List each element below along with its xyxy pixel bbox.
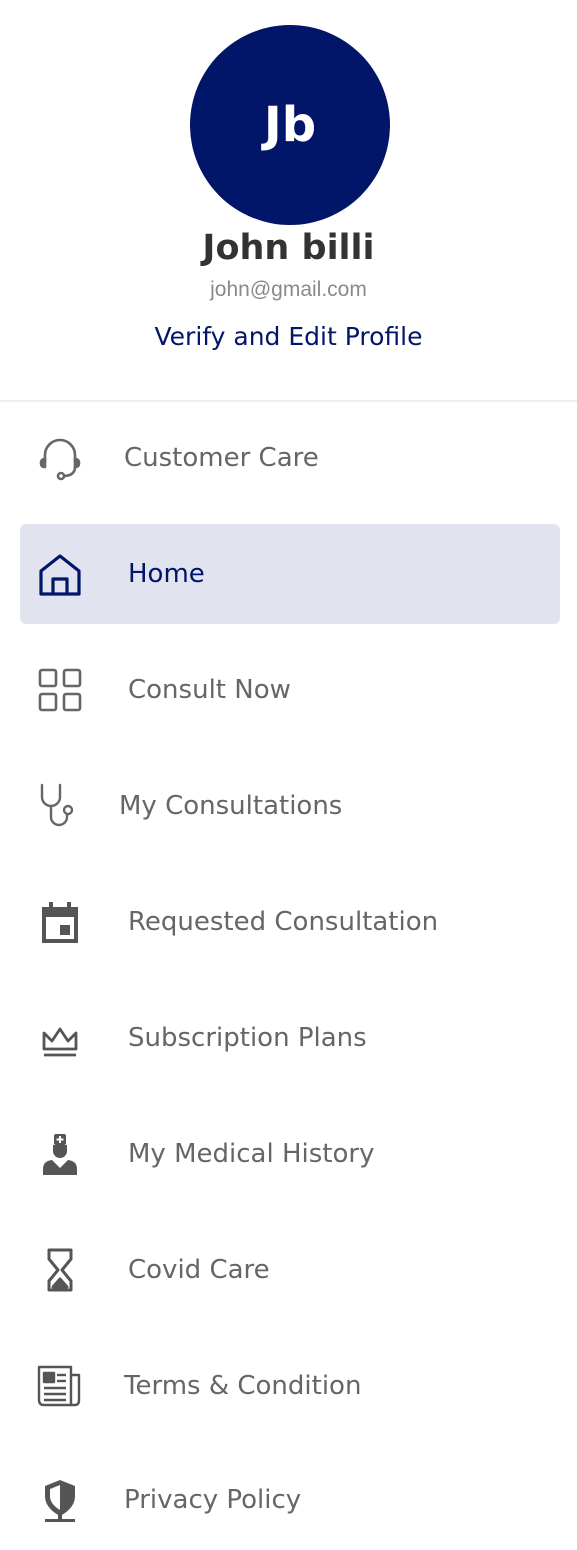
verify-edit-profile-link[interactable]: Verify and Edit Profile xyxy=(0,322,577,351)
menu-item-covid-care[interactable]: Covid Care xyxy=(20,1220,560,1320)
avatar-initials: Jb xyxy=(263,97,317,153)
divider xyxy=(0,400,577,402)
menu-item-requested-consultation[interactable]: Requested Consultation xyxy=(20,872,560,972)
menu-item-label: My Consultations xyxy=(119,791,343,821)
home-icon xyxy=(37,551,83,597)
user-name: John billi xyxy=(202,228,375,268)
grid-icon xyxy=(37,667,83,713)
menu-item-home[interactable]: Home xyxy=(20,524,560,624)
menu-item-label: My Medical History xyxy=(128,1139,375,1169)
calendar-icon xyxy=(37,899,83,945)
newspaper-icon xyxy=(37,1363,83,1409)
menu-item-label: Requested Consultation xyxy=(128,907,439,937)
headset-icon xyxy=(37,435,83,481)
avatar[interactable]: Jb xyxy=(190,25,390,225)
user-email: john@gmail.com xyxy=(210,278,367,301)
stethoscope-icon xyxy=(37,783,83,829)
hourglass-icon xyxy=(37,1247,83,1293)
menu-item-label: Covid Care xyxy=(128,1255,270,1285)
menu-item-privacy-policy[interactable]: Privacy Policy xyxy=(20,1450,560,1550)
menu-item-label: Terms & Condition xyxy=(124,1371,362,1401)
navigation-drawer: Jb John billi john@gmail.com Verify and … xyxy=(0,0,577,1526)
menu-item-my-consultations[interactable]: My Consultations xyxy=(20,756,560,856)
menu-item-label: Customer Care xyxy=(124,443,319,473)
menu-item-consult-now[interactable]: Consult Now xyxy=(20,640,560,740)
menu-item-label: Privacy Policy xyxy=(124,1485,302,1515)
menu-item-terms-condition[interactable]: Terms & Condition xyxy=(20,1336,560,1436)
menu-item-customer-care[interactable]: Customer Care xyxy=(20,408,560,508)
menu-item-label: Consult Now xyxy=(128,675,291,705)
menu-item-label: Home xyxy=(128,559,205,589)
menu-item-label: Subscription Plans xyxy=(128,1023,367,1053)
doctor-icon xyxy=(37,1131,83,1177)
crown-icon xyxy=(37,1015,83,1061)
menu-item-subscription-plans[interactable]: Subscription Plans xyxy=(20,988,560,1088)
shield-icon xyxy=(37,1477,83,1523)
menu-item-my-medical-history[interactable]: My Medical History xyxy=(20,1104,560,1204)
